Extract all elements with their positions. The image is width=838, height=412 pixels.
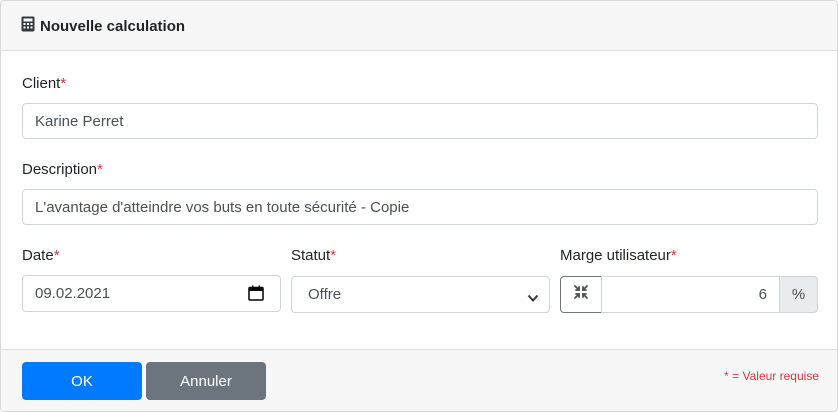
required-mark: * xyxy=(670,247,677,264)
calculator-icon xyxy=(21,16,35,37)
client-label-text: Client xyxy=(22,75,61,92)
required-mark: * xyxy=(53,247,60,264)
required-mark: * xyxy=(97,161,103,178)
modal-footer: OK Annuler * = Valeur requise xyxy=(1,349,837,411)
percent-addon: % xyxy=(779,276,818,313)
status-value: Offre xyxy=(308,286,342,303)
description-value: L'avantage d'atteindre vos buts en toute… xyxy=(35,198,410,216)
description-label-text: Description xyxy=(22,161,98,178)
compress-icon xyxy=(573,284,589,305)
client-label: Client* xyxy=(22,75,66,92)
client-value: Karine Perret xyxy=(35,112,124,130)
date-label: Date* xyxy=(22,247,60,264)
status-label: Statut* xyxy=(291,247,336,264)
percent-unit: % xyxy=(791,286,806,303)
compress-button[interactable] xyxy=(560,276,602,313)
date-label-text: Date xyxy=(22,247,54,264)
modal-header: Nouvelle calculation xyxy=(1,1,837,51)
calendar-icon[interactable] xyxy=(248,285,264,305)
description-input[interactable]: L'avantage d'atteindre vos buts en toute… xyxy=(22,189,818,225)
title-wrap: Nouvelle calculation xyxy=(21,16,185,37)
date-input[interactable]: 09.02.2021 xyxy=(22,275,281,312)
date-value: 09.02.2021 xyxy=(35,285,111,302)
ok-button[interactable]: OK xyxy=(22,362,142,400)
modal-title: Nouvelle calculation xyxy=(40,18,186,35)
margin-label: Marge utilisateur* xyxy=(560,247,677,264)
chevron-down-icon xyxy=(527,290,539,307)
client-input[interactable]: Karine Perret xyxy=(22,103,818,139)
status-label-text: Statut xyxy=(291,247,331,264)
required-mark: * xyxy=(330,247,337,264)
description-label: Description* xyxy=(22,161,103,178)
calculation-modal: Nouvelle calculation Client* Karine Perr… xyxy=(0,0,838,412)
required-note: * = Valeur requise xyxy=(724,369,819,383)
margin-label-text: Marge utilisateur xyxy=(560,247,671,264)
status-select[interactable]: Offre xyxy=(291,276,550,313)
required-mark: * xyxy=(60,75,67,92)
cancel-button[interactable]: Annuler xyxy=(146,362,266,400)
margin-value: 6 xyxy=(758,286,767,303)
margin-input[interactable]: 6 xyxy=(601,276,780,313)
